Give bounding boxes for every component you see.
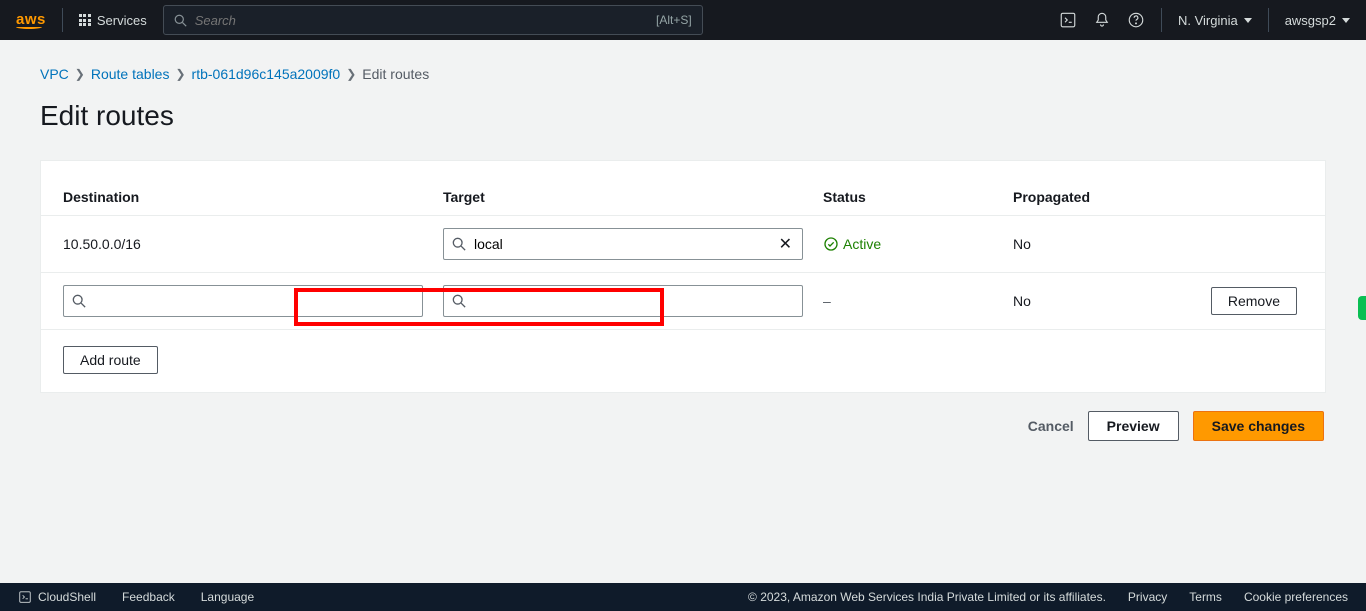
preview-button[interactable]: Preview xyxy=(1088,411,1179,441)
search-icon xyxy=(452,237,466,251)
caret-down-icon xyxy=(1244,18,1252,23)
services-grid-icon xyxy=(79,14,91,26)
search-icon xyxy=(174,14,187,27)
cloudshell-link[interactable]: CloudShell xyxy=(18,590,96,604)
services-menu[interactable]: Services xyxy=(79,13,147,28)
target-field[interactable]: ✕ xyxy=(443,228,803,260)
nav-divider xyxy=(62,8,63,32)
col-destination: Destination xyxy=(63,189,443,205)
chevron-right-icon: ❯ xyxy=(346,67,356,81)
target-input[interactable] xyxy=(474,293,794,309)
search-icon xyxy=(72,294,86,308)
help-icon[interactable] xyxy=(1127,11,1145,29)
page-content: VPC ❯ Route tables ❯ rtb-061d96c145a2009… xyxy=(0,40,1366,461)
routes-table: Destination Target Status Propagated 10.… xyxy=(41,179,1325,330)
propagated-value: No xyxy=(1013,236,1193,252)
status-active: Active xyxy=(823,236,1013,252)
cancel-button[interactable]: Cancel xyxy=(1028,418,1074,434)
destination-value: 10.50.0.0/16 xyxy=(63,236,443,252)
breadcrumb-current: Edit routes xyxy=(362,66,429,82)
breadcrumb: VPC ❯ Route tables ❯ rtb-061d96c145a2009… xyxy=(40,66,1326,82)
remove-route-button[interactable]: Remove xyxy=(1211,287,1297,315)
check-circle-icon xyxy=(823,236,839,252)
chevron-right-icon: ❯ xyxy=(175,67,185,81)
terms-link[interactable]: Terms xyxy=(1189,590,1222,604)
services-label: Services xyxy=(97,13,147,28)
table-row: 10.50.0.0/16 ✕ Active No xyxy=(41,216,1325,273)
account-menu[interactable]: awsgsp2 xyxy=(1285,13,1350,28)
global-search[interactable]: [Alt+S] xyxy=(163,5,703,35)
region-selector[interactable]: N. Virginia xyxy=(1178,13,1252,28)
language-link[interactable]: Language xyxy=(201,590,254,604)
col-propagated: Propagated xyxy=(1013,189,1193,205)
routes-panel: Destination Target Status Propagated 10.… xyxy=(40,160,1326,393)
aws-logo[interactable]: aws xyxy=(16,11,46,29)
table-header-row: Destination Target Status Propagated xyxy=(41,179,1325,216)
destination-field[interactable] xyxy=(63,285,423,317)
search-icon xyxy=(452,294,466,308)
breadcrumb-link-vpc[interactable]: VPC xyxy=(40,66,69,82)
footer-bar: CloudShell Feedback Language © 2023, Ama… xyxy=(0,583,1366,611)
add-route-button[interactable]: Add route xyxy=(63,346,158,374)
table-row: – No Remove xyxy=(41,273,1325,330)
copyright-text: © 2023, Amazon Web Services India Privat… xyxy=(748,590,1106,604)
cloudshell-icon[interactable] xyxy=(1059,11,1077,29)
cookies-link[interactable]: Cookie preferences xyxy=(1244,590,1348,604)
cloudshell-icon xyxy=(18,590,32,604)
nav-divider xyxy=(1268,8,1269,32)
propagated-value: No xyxy=(1013,293,1193,309)
col-status: Status xyxy=(823,189,1013,205)
status-dash: – xyxy=(823,293,1013,309)
save-changes-button[interactable]: Save changes xyxy=(1193,411,1324,441)
search-shortcut: [Alt+S] xyxy=(656,13,692,27)
clear-icon[interactable]: ✕ xyxy=(777,234,794,254)
feedback-tab[interactable] xyxy=(1358,296,1366,320)
breadcrumb-link-rtb-id[interactable]: rtb-061d96c145a2009f0 xyxy=(192,66,341,82)
col-target: Target xyxy=(443,189,823,205)
breadcrumb-link-route-tables[interactable]: Route tables xyxy=(91,66,170,82)
page-title: Edit routes xyxy=(40,100,1326,132)
target-input[interactable] xyxy=(474,236,777,252)
target-field[interactable] xyxy=(443,285,803,317)
top-nav: aws Services [Alt+S] N. Virginia awsgsp2 xyxy=(0,0,1366,40)
caret-down-icon xyxy=(1342,18,1350,23)
form-actions: Cancel Preview Save changes xyxy=(40,411,1326,441)
notifications-icon[interactable] xyxy=(1093,11,1111,29)
feedback-link[interactable]: Feedback xyxy=(122,590,175,604)
privacy-link[interactable]: Privacy xyxy=(1128,590,1167,604)
search-input[interactable] xyxy=(195,13,373,28)
destination-input[interactable] xyxy=(94,293,414,309)
chevron-right-icon: ❯ xyxy=(75,67,85,81)
nav-divider xyxy=(1161,8,1162,32)
